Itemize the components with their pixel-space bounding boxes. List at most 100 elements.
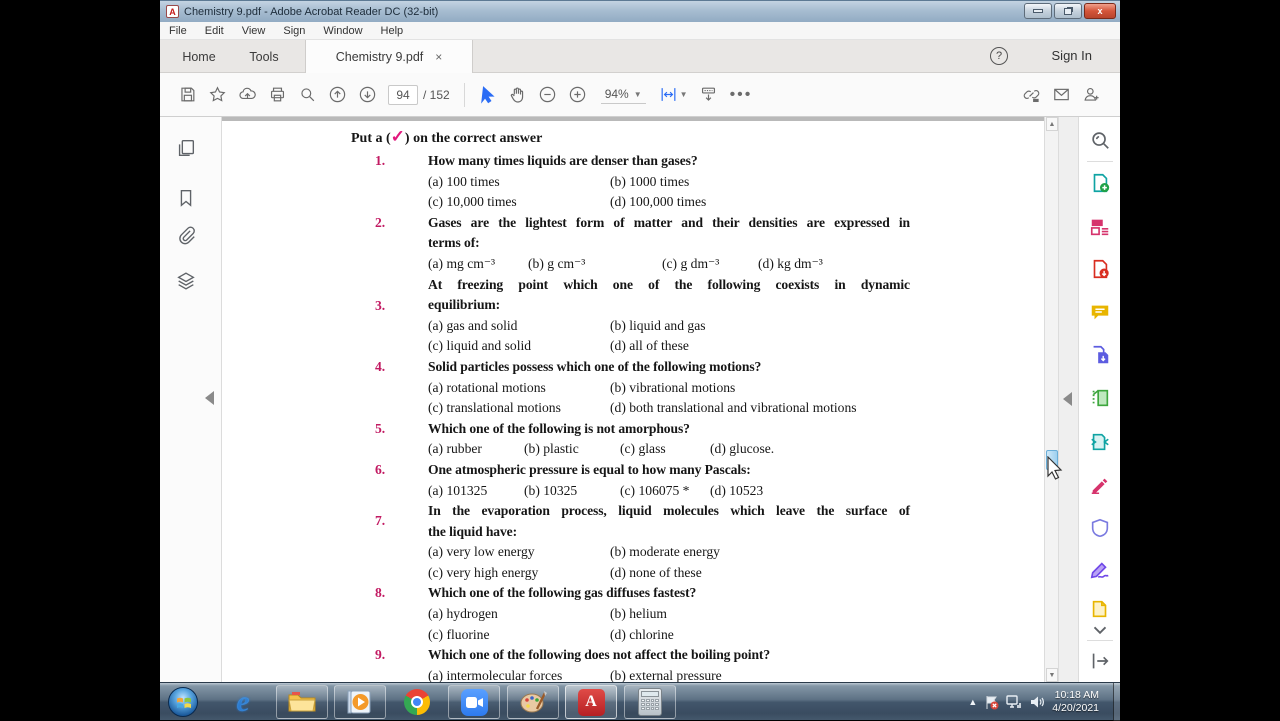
- create-pdf-icon[interactable]: [1089, 172, 1111, 194]
- previous-page-icon[interactable]: [322, 80, 352, 110]
- options: (a) rubber (b) plastic (c) glass (d) glucos…: [428, 439, 910, 460]
- zoom-out-icon[interactable]: [533, 80, 563, 110]
- tab-bar: Home Tools Chemistry 9.pdf × ? Sign In: [160, 40, 1120, 73]
- chevron-down-icon[interactable]: [1089, 620, 1111, 635]
- tab-tools[interactable]: Tools: [235, 40, 293, 73]
- volume-icon[interactable]: [1029, 695, 1045, 709]
- select-tool-icon[interactable]: [473, 80, 503, 110]
- menu-window[interactable]: Window: [314, 25, 371, 37]
- option: (b) 10325: [524, 482, 578, 498]
- option: (a) 101325: [428, 482, 488, 498]
- tab-document[interactable]: Chemistry 9.pdf ×: [305, 40, 473, 73]
- export-pdf-icon[interactable]: [1089, 258, 1111, 280]
- question-text-line: Gases are the lightest form of matter an…: [428, 214, 910, 230]
- more-tools-icon[interactable]: •••: [730, 86, 753, 104]
- share-link-icon[interactable]: [1016, 80, 1046, 110]
- question-text-line: Which one of the following does not affe…: [428, 647, 771, 663]
- menu-help[interactable]: Help: [372, 25, 413, 37]
- question-text-line: At freezing point which one of the follo…: [428, 276, 910, 292]
- option: (c) very high energy: [428, 564, 539, 580]
- collapse-toolbar-icon[interactable]: [694, 80, 724, 110]
- collapse-left-pane-arrow[interactable]: [205, 391, 214, 405]
- share-cloud-icon[interactable]: [232, 80, 262, 110]
- search-icon[interactable]: [292, 80, 322, 110]
- email-icon[interactable]: [1046, 80, 1076, 110]
- page-number-input[interactable]: [388, 84, 418, 105]
- fit-width-caret[interactable]: ▼: [680, 90, 688, 99]
- expand-right-pane-arrow[interactable]: [1063, 392, 1072, 406]
- hand-tool-icon[interactable]: [503, 80, 533, 110]
- comment-icon[interactable]: [1089, 301, 1111, 323]
- option: (b) external pressure: [610, 667, 722, 682]
- calculator-icon[interactable]: [624, 685, 676, 719]
- edit-pdf-icon[interactable]: [1089, 216, 1111, 238]
- menu-sign[interactable]: Sign: [274, 25, 314, 37]
- question-number: 5.: [375, 420, 386, 436]
- paint-icon[interactable]: [507, 685, 559, 719]
- zoom-app-icon[interactable]: [448, 685, 500, 719]
- window-titlebar[interactable]: A Chemistry 9.pdf - Adobe Acrobat Reader…: [160, 0, 1120, 22]
- more-tools-icon-rail[interactable]: [1089, 598, 1111, 620]
- question-body: One atmospheric pressure is equal to how…: [428, 460, 910, 501]
- show-desktop-button[interactable]: [1113, 683, 1120, 721]
- scroll-up-button[interactable]: ▲: [1046, 117, 1058, 131]
- network-icon[interactable]: [1006, 695, 1022, 709]
- maximize-button[interactable]: [1054, 3, 1082, 19]
- sign-in-button[interactable]: Sign In: [1052, 48, 1092, 63]
- question-body: Gases are the lightest form of matter an…: [428, 213, 910, 275]
- fill-sign-icon[interactable]: [1089, 559, 1111, 581]
- open-tools-pane-icon[interactable]: [1089, 650, 1111, 672]
- question-row: 7. In the evaporation process, liquid mol…: [375, 501, 1044, 583]
- option: (c) 106075 *: [620, 482, 690, 498]
- zoom-level-dropdown[interactable]: 94% ▼: [600, 85, 646, 104]
- organize-pages-icon[interactable]: [1089, 387, 1111, 409]
- question-number: 1.: [375, 153, 386, 168]
- tab-close-icon[interactable]: ×: [435, 50, 442, 64]
- acrobat-taskbar-icon[interactable]: A: [565, 685, 617, 719]
- menu-edit[interactable]: Edit: [196, 25, 233, 37]
- option: (a) rubber: [428, 441, 482, 457]
- protect-icon[interactable]: [1089, 517, 1111, 539]
- add-person-icon[interactable]: [1076, 80, 1106, 110]
- redact-icon[interactable]: [1089, 474, 1111, 496]
- layers-icon[interactable]: [175, 270, 199, 294]
- combine-files-icon[interactable]: [1089, 344, 1111, 366]
- options: (a) intermolecular forces (b) external pr…: [428, 666, 910, 682]
- scroll-down-button[interactable]: ▼: [1046, 668, 1058, 682]
- hidden-icons-arrow[interactable]: ▲: [968, 697, 977, 707]
- action-center-flag-icon[interactable]: [984, 695, 999, 710]
- bookmarks-icon[interactable]: [175, 187, 199, 211]
- document-area: Put a (✓) on the correct answer 1. How ma…: [160, 117, 1120, 682]
- option: (b) g cm⁻³: [528, 255, 586, 271]
- file-explorer-icon[interactable]: [276, 685, 328, 719]
- save-icon[interactable]: [172, 80, 202, 110]
- internet-explorer-icon[interactable]: e: [217, 685, 269, 719]
- tab-home[interactable]: Home: [170, 40, 228, 73]
- compress-pdf-icon[interactable]: [1089, 431, 1111, 453]
- menu-file[interactable]: File: [160, 25, 196, 37]
- search-document-icon[interactable]: [1089, 129, 1111, 151]
- chrome-icon[interactable]: [391, 685, 443, 719]
- instruction-line: Put a (✓) on the correct answer: [351, 127, 543, 146]
- help-icon[interactable]: ?: [990, 47, 1008, 65]
- attachments-icon[interactable]: [175, 224, 199, 248]
- menu-view[interactable]: View: [233, 25, 275, 37]
- close-button[interactable]: x: [1084, 3, 1116, 19]
- star-icon[interactable]: [202, 80, 232, 110]
- start-button[interactable]: [157, 685, 209, 719]
- question-number: 7.: [375, 513, 386, 529]
- option: (b) 1000 times: [610, 173, 690, 189]
- page-thumbnails-icon[interactable]: [175, 137, 199, 161]
- next-page-icon[interactable]: [352, 80, 382, 110]
- tools-panel-rail: [1078, 117, 1120, 682]
- pdf-page[interactable]: Put a (✓) on the correct answer 1. How ma…: [222, 117, 1044, 682]
- option: (d) 10523: [710, 482, 764, 498]
- print-icon[interactable]: [262, 80, 292, 110]
- zoom-in-icon[interactable]: [563, 80, 593, 110]
- minimize-button[interactable]: [1024, 3, 1052, 19]
- question-row: 1. How many times liquids are denser than…: [375, 151, 1044, 213]
- tray-clock[interactable]: 10:18 AM 4/20/2021: [1052, 689, 1099, 715]
- media-player-icon[interactable]: [334, 685, 386, 719]
- option: (a) 100 times: [428, 173, 500, 189]
- vertical-scrollbar[interactable]: ▲ ▼: [1044, 117, 1059, 682]
